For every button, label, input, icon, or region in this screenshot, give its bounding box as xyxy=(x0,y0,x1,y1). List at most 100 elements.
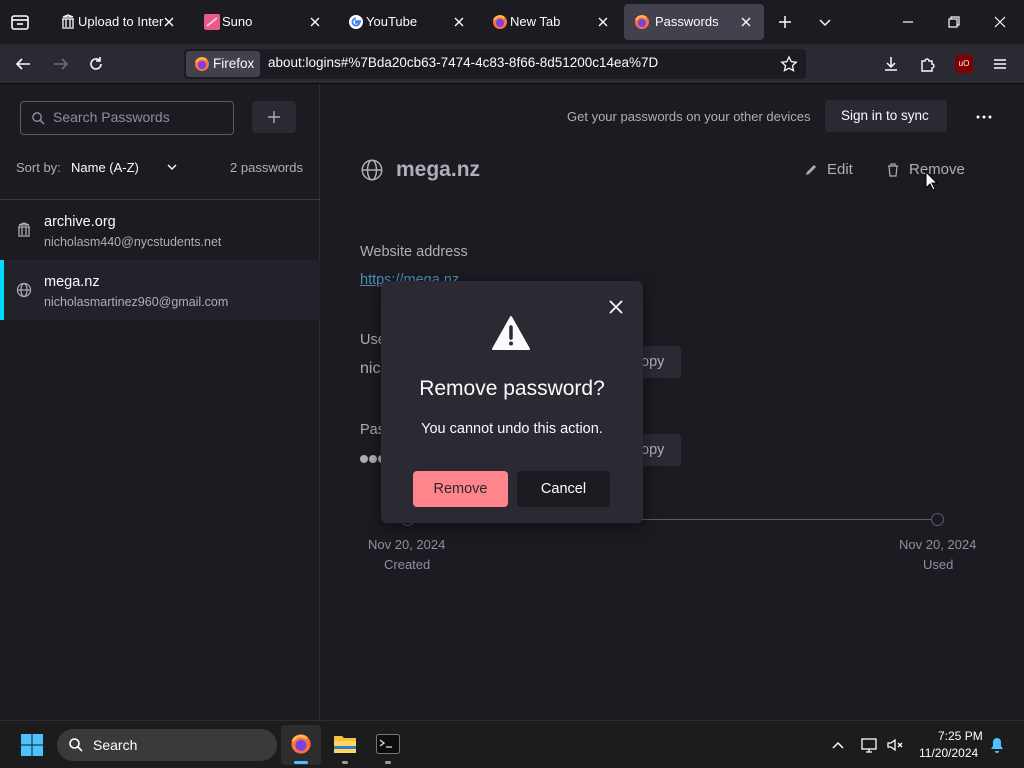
copy-label: opy xyxy=(641,442,665,458)
edit-label: Edit xyxy=(827,161,853,178)
used-label: Used xyxy=(923,557,954,572)
taskbar-search-label: Search xyxy=(93,737,138,753)
sort-row: Sort by: Name (A-Z) 2 passwords xyxy=(16,160,306,175)
close-icon[interactable] xyxy=(594,13,612,31)
windows-start-icon[interactable] xyxy=(20,733,44,757)
network-icon[interactable] xyxy=(860,736,878,754)
login-title-heading: mega.nz xyxy=(396,158,481,181)
downloads-icon[interactable] xyxy=(882,55,900,73)
archive-icon xyxy=(18,222,30,237)
identity-label: Firefox xyxy=(213,56,255,71)
folder-icon xyxy=(334,736,356,753)
search-passwords-box[interactable] xyxy=(20,101,234,135)
login-title: mega.nz xyxy=(44,274,100,290)
warning-icon xyxy=(492,316,530,350)
tab-label: YouTube xyxy=(366,14,418,29)
tab-label: Passwords xyxy=(655,14,719,29)
search-input[interactable] xyxy=(53,109,223,125)
close-icon[interactable] xyxy=(737,13,755,31)
tab-suno[interactable]: Suno xyxy=(192,4,332,40)
notification-bell-icon[interactable] xyxy=(988,736,1006,754)
firefox-icon xyxy=(493,15,507,29)
identity-box[interactable]: Firefox xyxy=(186,51,260,77)
sign-in-label: Sign in to sync xyxy=(841,108,929,123)
username-value: nic xyxy=(360,360,381,377)
login-username: nicholasm440@nycstudents.net xyxy=(44,235,222,249)
chevron-down-icon[interactable] xyxy=(816,13,834,31)
tab-youtube[interactable]: YouTube xyxy=(336,4,476,40)
navigation-toolbar: Firefox about:logins#%7Bda20cb63-7474-4c… xyxy=(0,44,1024,84)
menu-hamburger-icon[interactable] xyxy=(991,55,1009,73)
address-bar[interactable]: Firefox about:logins#%7Bda20cb63-7474-4c… xyxy=(184,49,806,79)
tab-label: Upload to Intern xyxy=(78,14,164,29)
firefox-icon xyxy=(635,15,649,29)
extensions-puzzle-icon[interactable] xyxy=(919,55,937,73)
pencil-icon xyxy=(806,165,816,175)
confirm-label: Remove xyxy=(433,481,488,497)
clock-date[interactable]: 11/20/2024 xyxy=(919,746,978,760)
add-login-button[interactable] xyxy=(252,101,296,133)
firefox-view-icon xyxy=(11,15,29,30)
back-arrow-icon[interactable] xyxy=(14,55,32,73)
sort-select[interactable]: Name (A-Z) xyxy=(71,160,139,175)
restore-icon[interactable] xyxy=(946,14,962,30)
close-icon[interactable] xyxy=(608,299,624,315)
running-indicator xyxy=(342,761,348,764)
close-window-icon[interactable] xyxy=(992,14,1008,30)
firefox-icon xyxy=(291,734,311,754)
sync-promo-text: Get your passwords on your other devices xyxy=(567,109,811,124)
login-count: 2 passwords xyxy=(230,160,303,175)
clock-time[interactable]: 7:25 PM xyxy=(938,729,983,743)
archive-icon xyxy=(62,14,74,29)
taskbar-search-box[interactable]: Search xyxy=(57,729,277,761)
login-username: nicholasmartinez960@gmail.com xyxy=(44,295,229,309)
logins-sidebar: Sort by: Name (A-Z) 2 passwords archive.… xyxy=(0,84,320,720)
list-all-tabs-button[interactable] xyxy=(8,10,32,34)
cancel-label: Cancel xyxy=(540,481,587,497)
dialog-title: Remove password? xyxy=(419,377,605,400)
taskbar-file-explorer[interactable] xyxy=(325,725,365,765)
chevron-up-icon[interactable] xyxy=(830,738,846,754)
tab-strip: Upload to Intern Suno YouTube New Tab Pa… xyxy=(0,0,1024,44)
reload-icon[interactable] xyxy=(87,55,105,73)
tab-new-tab[interactable]: New Tab xyxy=(480,4,620,40)
close-icon[interactable] xyxy=(306,13,324,31)
edit-button[interactable]: Edit xyxy=(801,160,861,182)
google-icon xyxy=(349,15,363,29)
bookmark-star-icon[interactable] xyxy=(780,55,798,73)
chevron-down-icon[interactable] xyxy=(166,161,178,173)
volume-muted-icon[interactable] xyxy=(886,736,904,754)
minimize-icon[interactable] xyxy=(900,14,916,30)
globe-icon xyxy=(361,159,383,181)
tab-passwords[interactable]: Passwords xyxy=(624,4,764,40)
tab-label: Suno xyxy=(222,14,253,29)
active-indicator xyxy=(294,761,308,764)
taskbar-terminal[interactable] xyxy=(368,725,408,765)
sort-label: Sort by: xyxy=(16,160,61,175)
cancel-button[interactable]: Cancel xyxy=(517,471,610,507)
taskbar-firefox[interactable] xyxy=(281,725,321,765)
mouse-cursor-icon xyxy=(925,171,939,191)
new-tab-plus-icon[interactable] xyxy=(776,13,794,31)
ublock-origin-icon[interactable]: uO xyxy=(955,55,973,73)
suno-icon xyxy=(204,14,220,30)
confirm-remove-button[interactable]: Remove xyxy=(413,471,508,507)
globe-icon xyxy=(16,282,32,298)
login-list-item-archive[interactable]: archive.org nicholasm440@nycstudents.net xyxy=(0,200,320,260)
login-list-item-mega[interactable]: mega.nz nicholasmartinez960@gmail.com xyxy=(0,260,320,320)
tab-upload-archive[interactable]: Upload to Intern xyxy=(48,4,182,40)
url-text[interactable]: about:logins#%7Bda20cb63-7474-4c83-8f66-… xyxy=(268,55,658,70)
forward-arrow-icon[interactable] xyxy=(52,55,70,73)
sign-in-to-sync-button[interactable]: Sign in to sync xyxy=(825,100,947,132)
created-date: Nov 20, 2024 xyxy=(368,537,446,552)
windows-taskbar: Search 7:25 PM 11/20/2024 xyxy=(0,720,1024,768)
dialog-message: You cannot undo this action. xyxy=(421,421,603,437)
close-icon[interactable] xyxy=(160,13,178,31)
terminal-icon xyxy=(376,734,400,754)
used-date: Nov 20, 2024 xyxy=(899,537,977,552)
more-options-icon[interactable] xyxy=(975,108,993,126)
login-title: archive.org xyxy=(44,214,116,230)
copy-label: opy xyxy=(641,354,665,370)
firefox-icon xyxy=(195,57,209,71)
close-icon[interactable] xyxy=(450,13,468,31)
